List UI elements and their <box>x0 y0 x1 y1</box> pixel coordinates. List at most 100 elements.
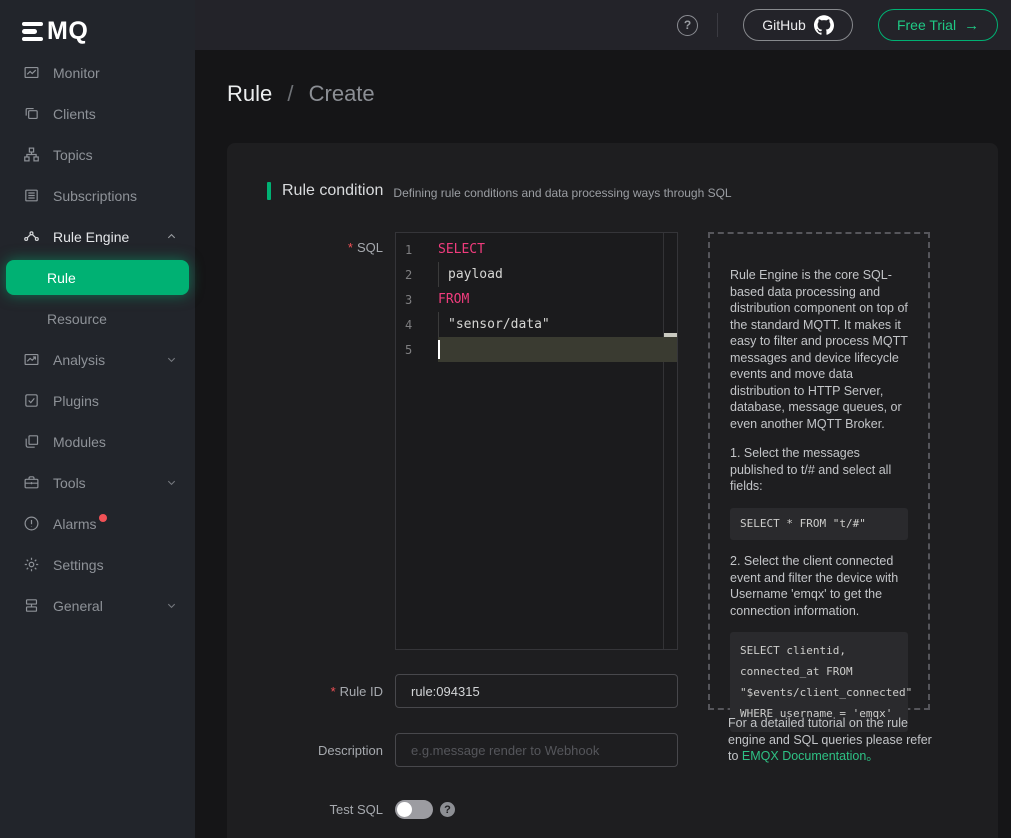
code-line: connected_at FROM <box>740 661 898 682</box>
sidebar-item-label: Topics <box>53 147 93 163</box>
sidebar-item-label: Modules <box>53 434 106 450</box>
github-button-label: GitHub <box>762 17 806 33</box>
sql-field: payload <box>448 267 503 282</box>
sidebar-item-label: General <box>53 598 103 614</box>
breadcrumb-rule[interactable]: Rule <box>227 81 272 106</box>
github-button[interactable]: GitHub <box>743 9 853 41</box>
sidebar-item-plugins[interactable]: Plugins <box>0 380 195 421</box>
line-number: 5 <box>396 343 438 357</box>
emq-logo-text: MQ <box>47 19 88 44</box>
sidebar-item-label: Plugins <box>53 393 99 409</box>
required-marker: * <box>348 240 353 255</box>
sidebar-item-label: Rule Engine <box>53 229 129 245</box>
sql-keyword: SELECT <box>438 242 485 257</box>
chevron-down-icon[interactable] <box>166 600 177 611</box>
sql-code-editor[interactable]: 1 SELECT 2 payload 3 FROM 4 <box>395 232 678 650</box>
sql-keyword: FROM <box>438 292 469 307</box>
sidebar: MQ Monitor Clients Topics <box>0 0 195 838</box>
help-panel-footer: For a detailed tutorial on the rule engi… <box>728 715 932 765</box>
chevron-up-icon[interactable] <box>166 231 177 242</box>
editor-text-cursor <box>438 340 440 359</box>
required-marker: * <box>331 684 336 699</box>
sidebar-item-label: Rule <box>47 270 76 286</box>
test-sql-label: Test SQL <box>227 802 383 817</box>
editor-line: 3 FROM <box>396 287 677 312</box>
plugins-icon <box>22 392 40 410</box>
topbar: ? GitHub Free Trial → <box>195 0 1011 50</box>
sidebar-nav: Monitor Clients Topics Subscriptions <box>0 52 195 626</box>
emq-logo[interactable]: MQ <box>0 0 195 50</box>
description-input[interactable] <box>395 733 678 767</box>
sidebar-item-alarms[interactable]: Alarms <box>0 503 195 544</box>
sidebar-item-settings[interactable]: Settings <box>0 544 195 585</box>
sidebar-item-general[interactable]: General <box>0 585 195 626</box>
line-number: 1 <box>396 243 438 257</box>
editor-line: 2 payload <box>396 262 677 287</box>
sidebar-item-label: Alarms <box>53 516 97 532</box>
test-sql-toggle[interactable] <box>395 800 433 819</box>
sidebar-item-label: Resource <box>47 311 107 327</box>
sidebar-subitem-rule[interactable]: Rule <box>6 260 189 295</box>
server-stack-icon <box>22 597 40 615</box>
tools-icon <box>22 474 40 492</box>
indent-guide <box>438 262 439 287</box>
help-icon[interactable]: ? <box>677 15 698 36</box>
rule-condition-card: Rule condition Defining rule conditions … <box>227 143 998 838</box>
sidebar-item-topics[interactable]: Topics <box>0 134 195 175</box>
emqx-documentation-link[interactable]: EMQX Documentation <box>742 749 866 763</box>
modules-icon <box>22 433 40 451</box>
card-subtitle: Defining rule conditions and data proces… <box>393 183 731 200</box>
sql-field-label: *SQL <box>227 240 383 255</box>
sidebar-item-label: Clients <box>53 106 96 122</box>
card-header: Rule condition Defining rule conditions … <box>267 182 732 200</box>
chevron-down-icon[interactable] <box>166 354 177 365</box>
arrow-right-icon: → <box>964 17 979 34</box>
chevron-down-icon[interactable] <box>166 477 177 488</box>
sql-topic-string: "sensor/data" <box>448 317 550 332</box>
analysis-icon <box>22 351 40 369</box>
editor-line: 1 SELECT <box>396 237 677 262</box>
rule-id-input[interactable] <box>395 674 678 708</box>
test-sql-help-icon[interactable]: ? <box>440 802 455 817</box>
description-field-label: Description <box>227 743 383 758</box>
subscriptions-icon <box>22 187 40 205</box>
line-number: 4 <box>396 318 438 332</box>
indent-guide <box>438 312 439 337</box>
editor-line: 4 "sensor/data" <box>396 312 677 337</box>
card-title: Rule condition <box>282 182 383 200</box>
alarm-badge-dot <box>99 514 107 522</box>
footer-punctuation: 。 <box>866 749 879 763</box>
code-line: SELECT clientid, <box>740 640 898 661</box>
help-intro-text: Rule Engine is the core SQL-based data p… <box>730 267 908 432</box>
sidebar-item-label: Subscriptions <box>53 188 137 204</box>
topics-icon <box>22 146 40 164</box>
emq-logo-bars-icon <box>22 22 43 42</box>
sidebar-item-clients[interactable]: Clients <box>0 93 195 134</box>
sidebar-item-label: Settings <box>53 557 104 573</box>
sidebar-item-tools[interactable]: Tools <box>0 462 195 503</box>
free-trial-button[interactable]: Free Trial → <box>878 9 998 41</box>
sidebar-item-subscriptions[interactable]: Subscriptions <box>0 175 195 216</box>
sidebar-item-monitor[interactable]: Monitor <box>0 52 195 93</box>
code-line: "$events/client_connected" <box>740 682 898 703</box>
breadcrumb-create: Create <box>309 81 375 106</box>
clients-icon <box>22 105 40 123</box>
editor-scroll-cursor-marker[interactable] <box>664 333 677 337</box>
help-example1-code: SELECT * FROM "t/#" <box>730 508 908 541</box>
sidebar-item-modules[interactable]: Modules <box>0 421 195 462</box>
line-number: 2 <box>396 268 438 282</box>
rule-engine-icon <box>22 228 40 246</box>
sidebar-item-analysis[interactable]: Analysis <box>0 339 195 380</box>
gear-icon <box>22 556 40 574</box>
help-example2-title: 2. Select the client connected event and… <box>730 553 908 619</box>
line-number: 3 <box>396 293 438 307</box>
help-example1-title: 1. Select the messages published to t/# … <box>730 445 908 495</box>
sidebar-subitem-resource[interactable]: Resource <box>0 298 195 339</box>
toggle-knob <box>397 802 412 817</box>
emqx-dashboard: MQ Monitor Clients Topics <box>0 0 1011 838</box>
sidebar-item-rule-engine[interactable]: Rule Engine <box>0 216 195 257</box>
alarms-icon <box>22 515 40 533</box>
free-trial-label: Free Trial <box>897 17 956 33</box>
rule-engine-help-panel: Rule Engine is the core SQL-based data p… <box>708 232 930 710</box>
github-icon <box>814 15 834 35</box>
